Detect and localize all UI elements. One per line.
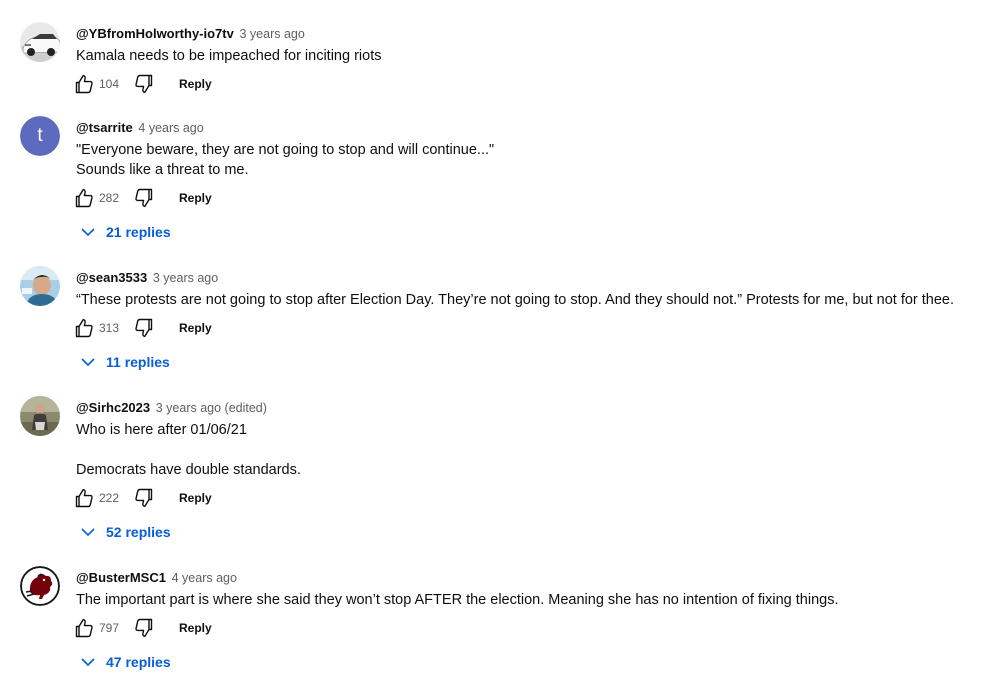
letter-avatar: t [20, 116, 60, 156]
comment-text-line: "Everyone beware, they are not going to … [76, 142, 495, 158]
comment-text-line: Sounds like a threat to me. [76, 162, 249, 178]
author-avatar[interactable] [20, 266, 60, 306]
thumbs-down-icon [135, 74, 153, 94]
thumbs-up-icon [75, 618, 93, 638]
comment-text-line: “These protests are not going to stop af… [76, 292, 955, 308]
gamecock-logo-avatar-icon [20, 566, 60, 606]
chevron-down-icon [81, 358, 95, 367]
outdoor-photo-avatar-icon [20, 396, 60, 436]
author-name[interactable]: @sean3533 [76, 270, 147, 285]
like-button[interactable] [72, 616, 96, 640]
author-name[interactable]: @YBfromHolworthy-io7tv [76, 26, 234, 41]
thumbs-down-icon [135, 488, 153, 508]
comment-time[interactable]: 3 years ago [153, 271, 218, 285]
view-replies-button[interactable]: 52 replies [78, 520, 218, 544]
thumbs-up-icon [75, 318, 93, 338]
comment-header: @YBfromHolworthy-io7tv 3 years ago [76, 25, 305, 43]
comment-header: @Sirhc2023 3 years ago (edited) [76, 399, 267, 417]
reply-button[interactable]: Reply [179, 489, 212, 507]
thumbs-down-icon [135, 188, 153, 208]
reply-button[interactable]: Reply [179, 619, 212, 637]
comment-text-line: Democrats have double standards. [76, 462, 301, 478]
replies-count-label: 21 replies [106, 224, 171, 240]
replies-count-label: 47 replies [106, 654, 171, 670]
comment-actions: 797 Reply [72, 616, 372, 640]
replies-count-label: 52 replies [106, 524, 171, 540]
comment-header: @BusterMSC1 4 years ago [76, 569, 237, 587]
like-button[interactable] [72, 186, 96, 210]
comment-text: Who is here after 01/06/21 Democrats hav… [76, 420, 301, 480]
like-count: 313 [99, 321, 120, 335]
like-count: 797 [99, 621, 120, 635]
replies-count-label: 11 replies [106, 354, 170, 370]
comment-time[interactable]: 3 years ago (edited) [156, 401, 267, 415]
comment-text: Kamala needs to be impeached for incitin… [76, 46, 381, 66]
chevron-down-icon [81, 658, 95, 667]
car-avatar-icon [20, 22, 60, 62]
comment-actions: 313 Reply [72, 316, 372, 340]
comment-text-line: The important part is where she said the… [76, 592, 839, 608]
thumbs-down-icon [135, 318, 153, 338]
comment-actions: 104 Reply [72, 72, 372, 96]
comment-header: @tsarrite 4 years ago [76, 119, 204, 137]
like-count: 282 [99, 191, 120, 205]
like-button[interactable] [72, 72, 96, 96]
author-avatar[interactable]: t [20, 116, 60, 156]
thumbs-up-icon [75, 188, 93, 208]
person-photo-avatar-icon [20, 266, 60, 306]
comment-text: The important part is where she said the… [76, 590, 838, 610]
author-avatar[interactable] [20, 396, 60, 436]
chevron-down-icon [81, 228, 95, 237]
like-count: 104 [99, 77, 120, 91]
author-name[interactable]: @Sirhc2023 [76, 400, 150, 415]
comment-time[interactable]: 3 years ago [239, 27, 304, 41]
comment-header: @sean3533 3 years ago [76, 269, 218, 287]
view-replies-button[interactable]: 11 replies [78, 350, 218, 374]
like-button[interactable] [72, 316, 96, 340]
comment-text-line [76, 440, 301, 460]
thumbs-up-icon [75, 488, 93, 508]
comment-text: "Everyone beware, they are not going to … [76, 140, 494, 180]
chevron-down-icon [81, 528, 95, 537]
author-avatar[interactable] [20, 566, 60, 606]
author-name[interactable]: @BusterMSC1 [76, 570, 166, 585]
like-button[interactable] [72, 486, 96, 510]
reply-button[interactable]: Reply [179, 75, 212, 93]
dislike-button[interactable] [132, 72, 156, 96]
comment-time[interactable]: 4 years ago [138, 121, 203, 135]
dislike-button[interactable] [132, 486, 156, 510]
comment-time[interactable]: 4 years ago [172, 571, 237, 585]
comment-text-line: Who is here after 01/06/21 [76, 422, 247, 438]
comment-text: “These protests are not going to stop af… [76, 290, 954, 310]
author-name[interactable]: @tsarrite [76, 120, 133, 135]
comment-actions: 282 Reply [72, 186, 372, 210]
comment-actions: 222 Reply [72, 486, 372, 510]
reply-button[interactable]: Reply [179, 319, 212, 337]
dislike-button[interactable] [132, 616, 156, 640]
view-replies-button[interactable]: 21 replies [78, 220, 218, 244]
like-count: 222 [99, 491, 120, 505]
reply-button[interactable]: Reply [179, 189, 212, 207]
thumbs-down-icon [135, 618, 153, 638]
author-avatar[interactable] [20, 22, 60, 62]
thumbs-up-icon [75, 74, 93, 94]
view-replies-button[interactable]: 47 replies [78, 650, 218, 674]
comment-text-line: Kamala needs to be impeached for incitin… [76, 48, 382, 64]
dislike-button[interactable] [132, 316, 156, 340]
dislike-button[interactable] [132, 186, 156, 210]
